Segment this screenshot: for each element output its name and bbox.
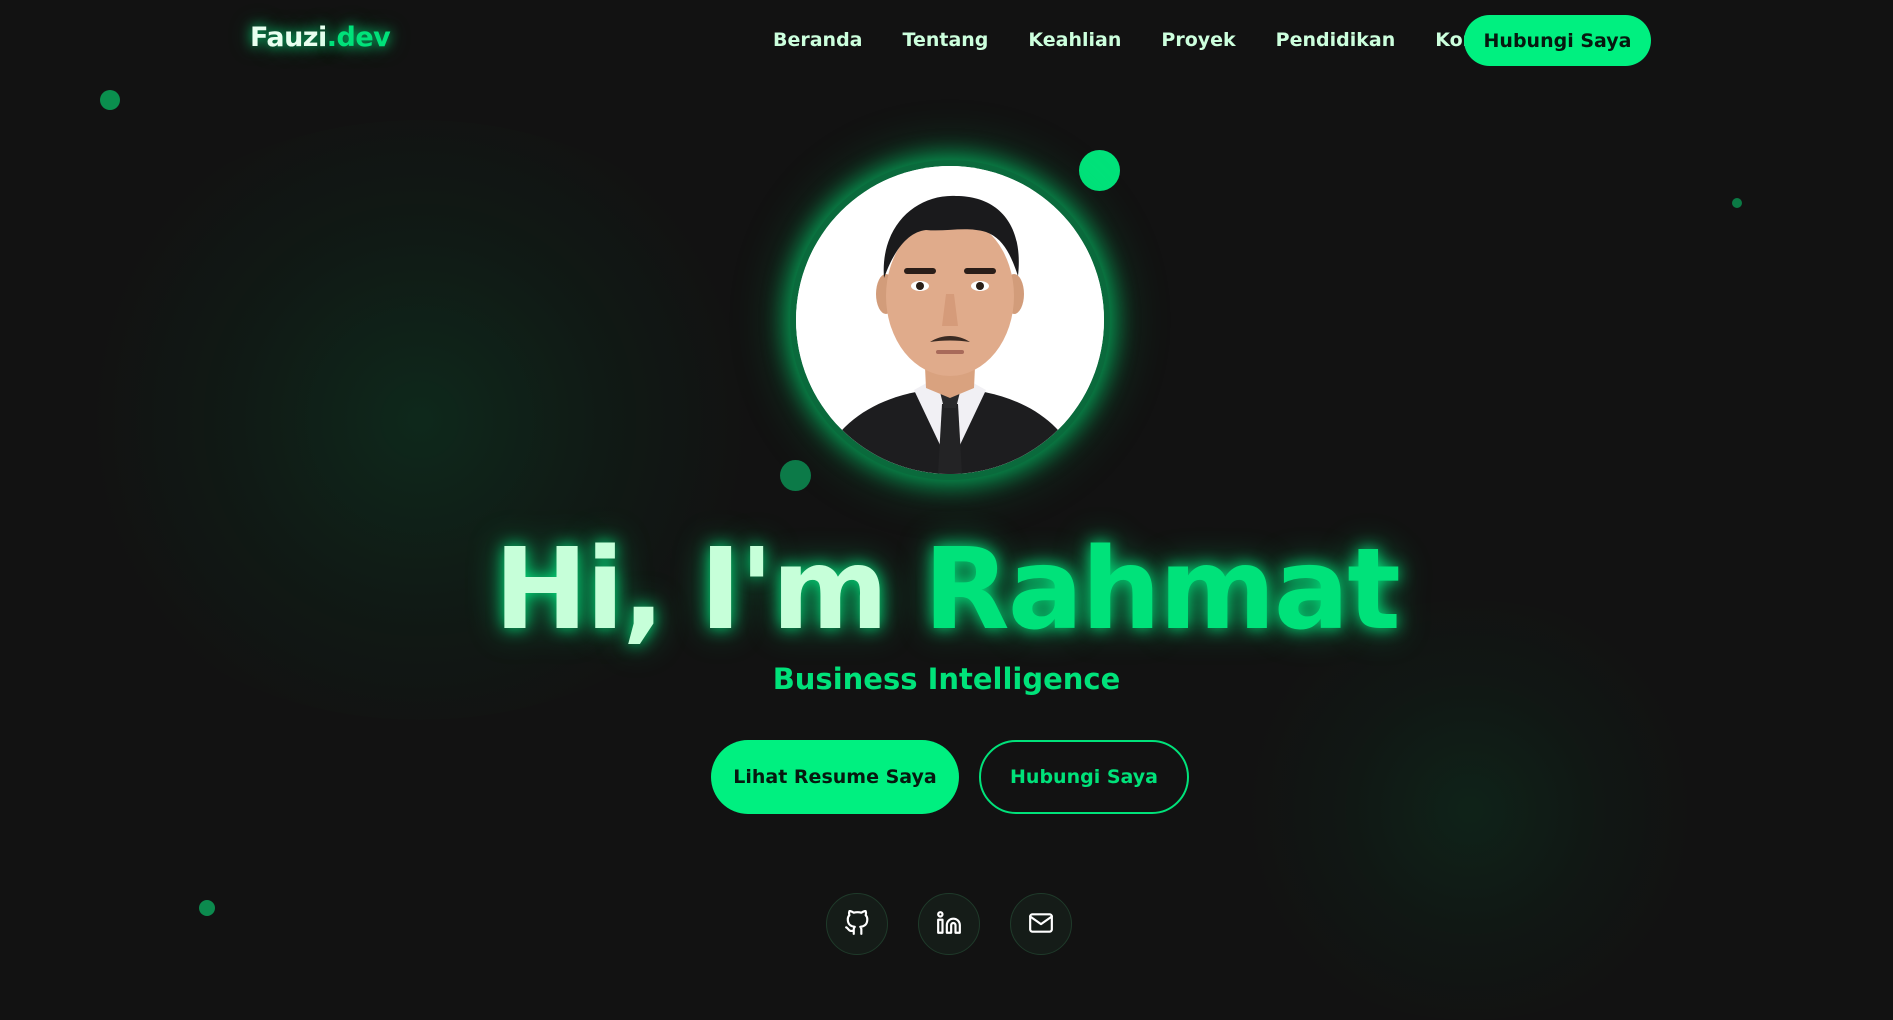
mail-icon (1029, 913, 1053, 933)
decorative-dot (199, 900, 215, 916)
nav-link-keahlian[interactable]: Keahlian (1028, 29, 1121, 51)
hero-subtitle: Business Intelligence (772, 662, 1121, 696)
hero-name: Rahmat (923, 525, 1400, 655)
nav-link-beranda[interactable]: Beranda (773, 29, 863, 51)
github-icon (845, 910, 869, 935)
nav-contact-button[interactable]: Hubungi Saya (1464, 15, 1651, 66)
decorative-dot (780, 460, 811, 491)
view-resume-button[interactable]: Lihat Resume Saya (711, 740, 959, 814)
profile-avatar (796, 166, 1104, 474)
contact-me-button[interactable]: Hubungi Saya (979, 740, 1189, 814)
logo-accent-text: .dev (326, 22, 391, 53)
linkedin-icon (937, 911, 961, 934)
profile-avatar-ring (790, 160, 1110, 480)
linkedin-link[interactable] (918, 893, 980, 955)
site-logo[interactable]: Fauzi.dev (250, 22, 391, 53)
navbar: Fauzi.dev Beranda Tentang Keahlian Proye… (0, 0, 1893, 82)
nav-links: Beranda Tentang Keahlian Proyek Pendidik… (773, 29, 1551, 51)
hero-title: Hi, I'm Rahmat (0, 520, 1893, 660)
logo-main-text: Fauzi (250, 22, 327, 53)
nav-link-proyek[interactable]: Proyek (1161, 29, 1235, 51)
nav-link-pendidikan[interactable]: Pendidikan (1276, 29, 1396, 51)
hero-greeting: Hi, I'm (494, 525, 924, 655)
email-link[interactable] (1010, 893, 1072, 955)
github-link[interactable] (826, 893, 888, 955)
nav-link-tentang[interactable]: Tentang (903, 29, 989, 51)
decorative-dot (1079, 150, 1120, 191)
decorative-dot (100, 90, 120, 110)
decorative-dot (1732, 198, 1742, 208)
